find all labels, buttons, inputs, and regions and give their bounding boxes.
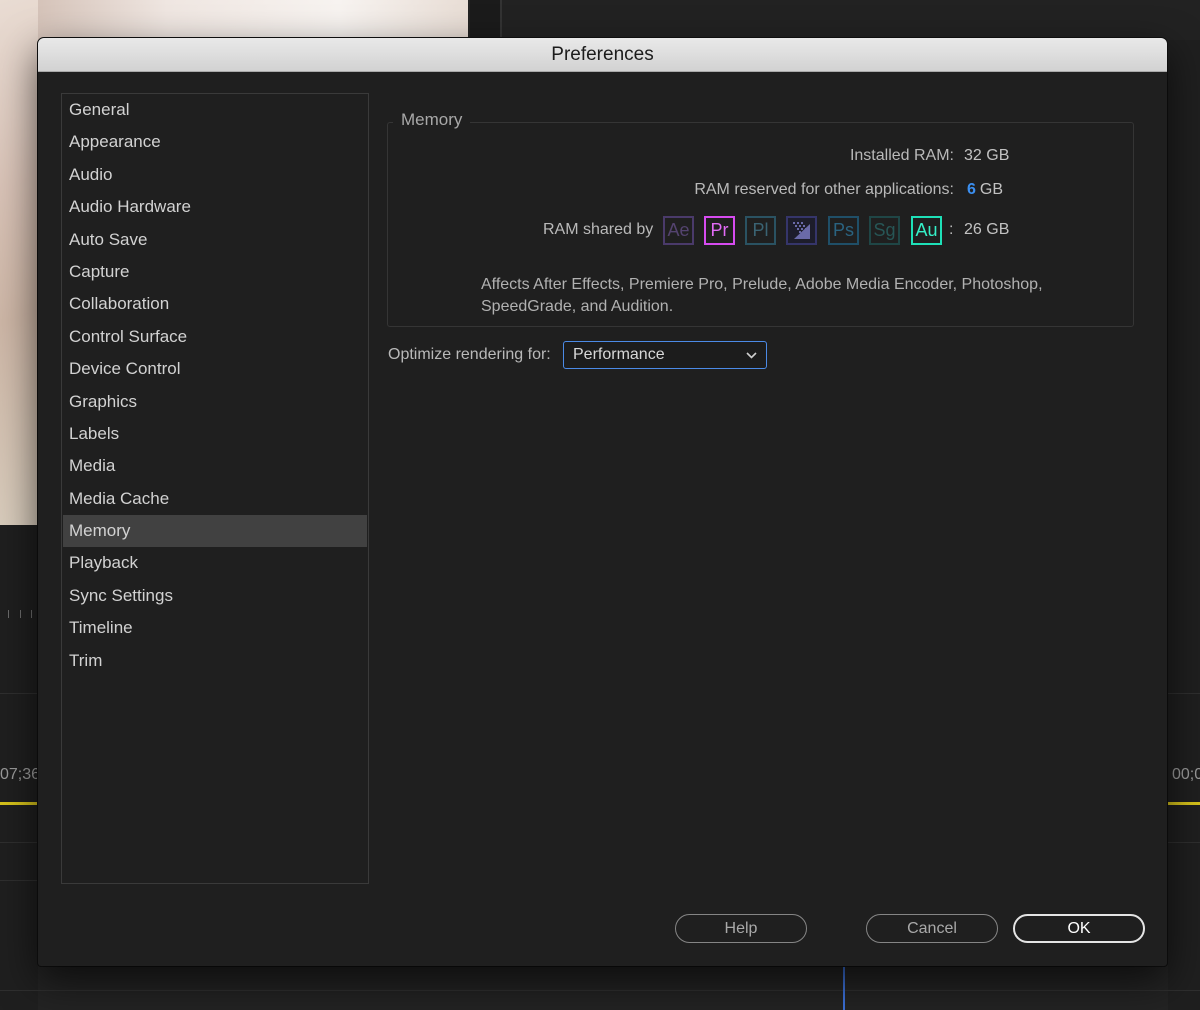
track-divider bbox=[0, 990, 1200, 991]
audition-icon: Au bbox=[911, 216, 942, 245]
installed-ram-value: 32 GB bbox=[964, 147, 1010, 164]
speedgrade-icon: Sg bbox=[869, 216, 900, 245]
media-encoder-icon bbox=[786, 216, 817, 245]
sidebar-item-control-surface[interactable]: Control Surface bbox=[62, 321, 368, 353]
memory-description: Affects After Effects, Premiere Pro, Pre… bbox=[481, 276, 1043, 315]
track-divider bbox=[1168, 842, 1200, 843]
track-divider bbox=[0, 880, 38, 881]
optimize-rendering-label: Optimize rendering for: bbox=[388, 346, 551, 363]
chevron-down-icon bbox=[746, 352, 757, 359]
sidebar-item-sync-settings[interactable]: Sync Settings bbox=[62, 580, 368, 612]
cancel-button[interactable]: Cancel bbox=[866, 914, 998, 943]
sidebar-item-media[interactable]: Media bbox=[62, 450, 368, 482]
reserved-ram-label: RAM reserved for other applications: bbox=[694, 181, 954, 198]
reserved-ram-unit: GB bbox=[979, 181, 1004, 198]
sidebar-item-graphics[interactable]: Graphics bbox=[62, 386, 368, 418]
after-effects-icon: Ae bbox=[663, 216, 694, 245]
dialog-title: Preferences bbox=[551, 43, 654, 65]
sidebar-item-audio[interactable]: Audio bbox=[62, 159, 368, 191]
sidebar-item-playback[interactable]: Playback bbox=[62, 547, 368, 579]
track-divider bbox=[1168, 693, 1200, 694]
sidebar-item-auto-save[interactable]: Auto Save bbox=[62, 224, 368, 256]
sidebar-item-media-cache[interactable]: Media Cache bbox=[62, 483, 368, 515]
sidebar-item-device-control[interactable]: Device Control bbox=[62, 353, 368, 385]
sidebar-item-general[interactable]: General bbox=[62, 94, 368, 126]
source-monitor-preview bbox=[38, 0, 468, 40]
playhead[interactable] bbox=[843, 966, 845, 1010]
sidebar-item-capture[interactable]: Capture bbox=[62, 256, 368, 288]
ok-button[interactable]: OK bbox=[1013, 914, 1145, 943]
right-panel bbox=[500, 0, 1200, 40]
sidebar-item-trim[interactable]: Trim bbox=[62, 645, 368, 677]
memory-group-label: Memory bbox=[393, 110, 471, 130]
reserved-ram-number[interactable]: 6 bbox=[967, 181, 976, 198]
photoshop-icon: Ps bbox=[828, 216, 859, 245]
sidebar-item-memory[interactable]: Memory bbox=[63, 515, 367, 548]
timecode-right: 00;0 bbox=[1172, 766, 1200, 783]
installed-ram-label: Installed RAM: bbox=[849, 147, 954, 164]
work-area-bar bbox=[1168, 802, 1200, 805]
work-area-bar bbox=[0, 802, 38, 805]
sidebar-item-audio-hardware[interactable]: Audio Hardware bbox=[62, 191, 368, 223]
prelude-icon: Pl bbox=[745, 216, 776, 245]
ruler-tick bbox=[31, 610, 32, 618]
ruler-tick bbox=[20, 610, 21, 618]
help-button[interactable]: Help bbox=[675, 914, 807, 943]
preferences-sidebar: General Appearance Audio Audio Hardware … bbox=[61, 93, 369, 884]
preferences-dialog: Preferences General Appearance Audio Aud… bbox=[38, 38, 1167, 966]
optimize-rendering-value: Performance bbox=[573, 346, 665, 363]
track-divider bbox=[0, 693, 38, 694]
reserved-ram-value[interactable]: 6 GB bbox=[967, 181, 1003, 199]
program-monitor-preview bbox=[0, 0, 38, 525]
ram-shared-value: 26 GB bbox=[964, 221, 1010, 238]
panel-divider bbox=[470, 0, 500, 40]
ram-shared-colon: : bbox=[949, 221, 954, 238]
ram-shared-label: RAM shared by bbox=[543, 221, 654, 238]
optimize-rendering-select[interactable]: Performance bbox=[563, 341, 767, 369]
timecode-left: 07;36 bbox=[0, 766, 41, 783]
ruler-tick bbox=[8, 610, 9, 618]
sidebar-item-labels[interactable]: Labels bbox=[62, 418, 368, 450]
premiere-pro-icon: Pr bbox=[704, 216, 735, 245]
sidebar-item-appearance[interactable]: Appearance bbox=[62, 126, 368, 158]
sidebar-item-collaboration[interactable]: Collaboration bbox=[62, 288, 368, 320]
track-divider bbox=[0, 842, 38, 843]
timeline-right-edge bbox=[1168, 40, 1200, 1010]
dialog-titlebar[interactable]: Preferences bbox=[38, 38, 1167, 72]
sidebar-item-timeline[interactable]: Timeline bbox=[62, 612, 368, 644]
